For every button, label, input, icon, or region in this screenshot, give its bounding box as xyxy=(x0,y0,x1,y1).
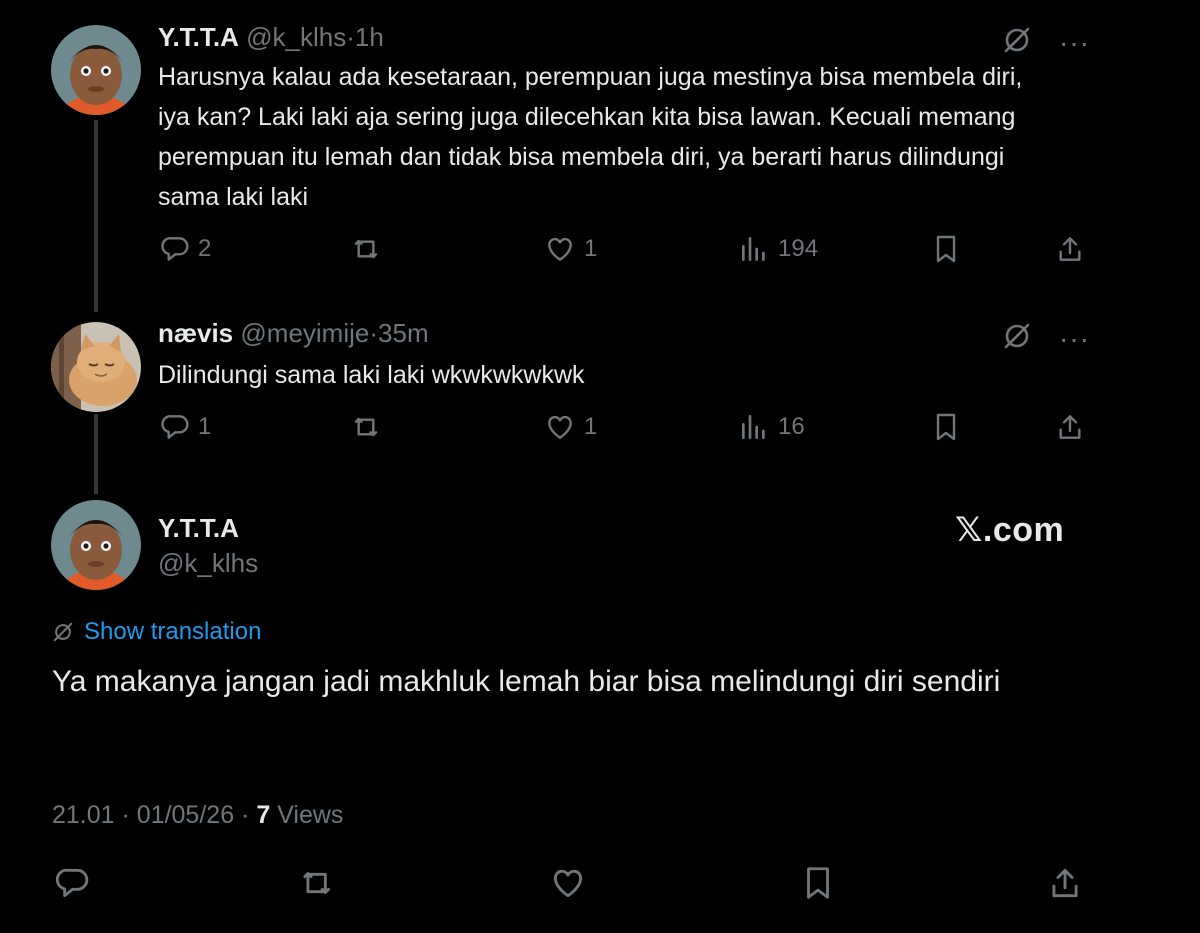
user-handle[interactable]: @k_klhs xyxy=(246,22,346,52)
views-button[interactable]: 16 xyxy=(738,411,805,443)
translate-icon xyxy=(53,622,73,642)
view-count: 194 xyxy=(778,235,819,262)
retweet-icon xyxy=(303,872,330,894)
bookmark-icon xyxy=(936,413,956,441)
like-icon xyxy=(548,237,572,261)
main-tweet-text: Ya makanya jangan jadi makhluk lemah bia… xyxy=(52,665,1001,698)
tweet-meta: 21.01 · 01/05/26 · 7 Views xyxy=(52,801,343,830)
like-button[interactable]: 1 xyxy=(544,233,597,265)
display-name[interactable]: Y.T.T.A xyxy=(158,22,239,52)
more-icon[interactable]: ··· xyxy=(1059,28,1090,56)
tweet-top-icons: ··· xyxy=(1003,26,1090,59)
reply-button[interactable]: 1 xyxy=(158,411,211,443)
bookmark-button[interactable] xyxy=(930,233,962,265)
timestamp[interactable]: 21.01 · 01/05/26 · xyxy=(52,801,249,829)
tweet-header: næviѕ @meyimije·35m xyxy=(158,318,429,348)
avatar[interactable] xyxy=(51,322,141,412)
share-button[interactable] xyxy=(1054,411,1086,443)
share-button[interactable] xyxy=(1054,233,1086,265)
reply-icon xyxy=(161,415,189,439)
share-button[interactable] xyxy=(1046,864,1084,902)
grok-icon[interactable] xyxy=(1003,26,1031,59)
display-name[interactable]: Y.T.T.A xyxy=(158,513,239,544)
tweet-time[interactable]: 1h xyxy=(355,22,384,52)
views-button[interactable]: 194 xyxy=(738,233,818,265)
avatar[interactable] xyxy=(51,25,141,115)
views-label: Views xyxy=(277,801,344,829)
reply-icon xyxy=(55,868,89,898)
views-icon xyxy=(742,237,765,261)
like-button[interactable] xyxy=(549,864,587,902)
user-handle[interactable]: @meyimije xyxy=(240,318,369,348)
reply-count: 1 xyxy=(198,413,212,440)
views-icon xyxy=(742,415,765,439)
reply-icon xyxy=(161,237,189,261)
share-icon xyxy=(1059,237,1081,261)
retweet-button[interactable] xyxy=(352,411,384,443)
like-icon xyxy=(548,415,572,439)
bookmark-button[interactable] xyxy=(930,411,962,443)
separator-dot: · xyxy=(346,22,355,52)
show-translation-link[interactable]: Show translation xyxy=(52,618,261,646)
retweet-icon xyxy=(354,417,378,437)
x-com-watermark: 𝕏.com xyxy=(955,511,1065,549)
tweet-top-icons: ··· xyxy=(1003,322,1090,355)
separator-dot: · xyxy=(369,318,379,348)
bookmark-icon xyxy=(807,867,829,899)
view-count: 16 xyxy=(778,413,805,440)
show-translation-label[interactable]: Show translation xyxy=(84,618,261,646)
tweet-header: Y.T.T.A @k_klhs·1h xyxy=(158,22,384,52)
display-name[interactable]: næviѕ xyxy=(158,318,233,348)
avatar[interactable] xyxy=(51,500,141,590)
tweet-text: Harusnya kalau ada kesetaraan, perempuan… xyxy=(158,63,1023,211)
like-icon xyxy=(553,869,583,898)
bookmark-icon xyxy=(936,235,956,263)
grok-icon[interactable] xyxy=(1003,322,1031,355)
like-button[interactable]: 1 xyxy=(544,411,597,443)
view-count: 7 xyxy=(256,801,271,829)
reply-button[interactable] xyxy=(52,864,90,902)
tweet-time[interactable]: 35m xyxy=(378,318,429,348)
share-icon xyxy=(1059,415,1081,439)
retweet-icon xyxy=(354,239,378,259)
thread-line xyxy=(94,414,98,494)
retweet-button[interactable] xyxy=(352,233,384,265)
share-icon xyxy=(1052,868,1078,898)
more-icon[interactable]: ··· xyxy=(1059,324,1090,352)
like-count: 1 xyxy=(584,235,598,262)
thread-line xyxy=(94,120,98,312)
bookmark-button[interactable] xyxy=(799,864,837,902)
tweet-text: Dilindungi sama laki laki wkwkwkwkwk xyxy=(158,361,585,389)
user-handle[interactable]: @k_klhs xyxy=(158,548,258,579)
reply-button[interactable]: 2 xyxy=(158,233,211,265)
like-count: 1 xyxy=(584,413,598,440)
retweet-button[interactable] xyxy=(300,864,338,902)
reply-count: 2 xyxy=(198,235,212,262)
